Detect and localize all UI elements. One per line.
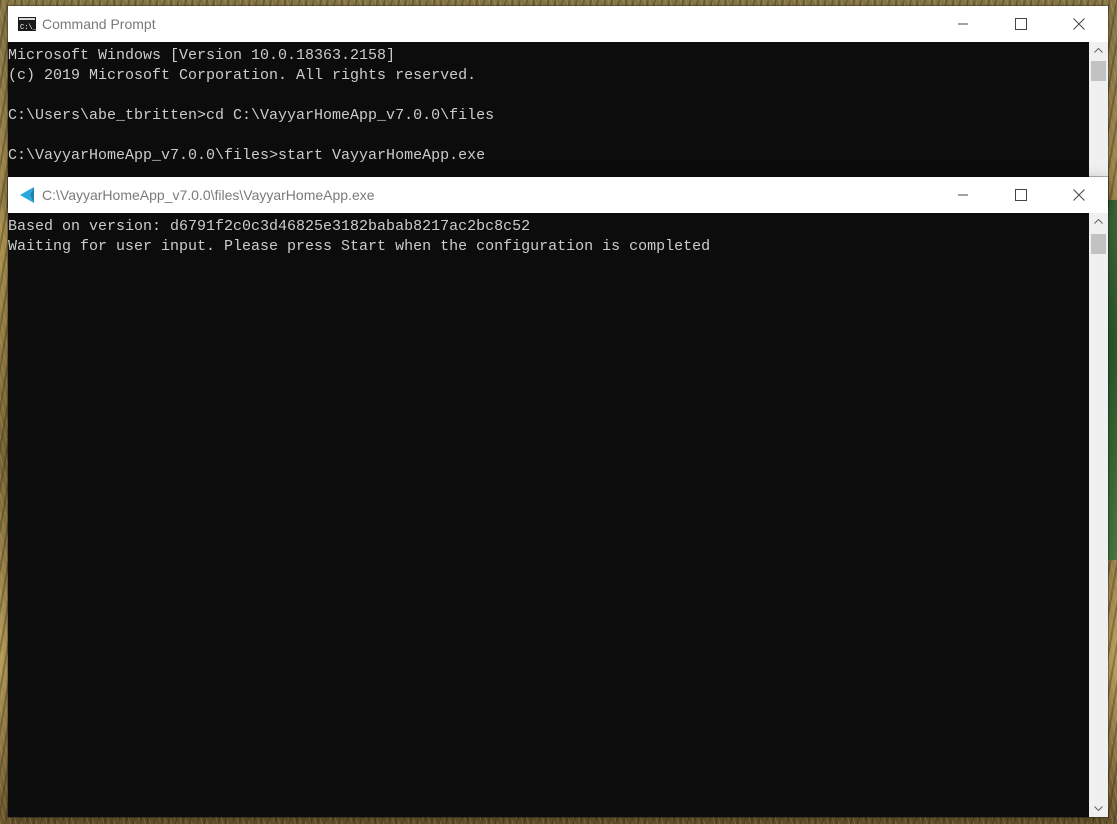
cmd-window-controls xyxy=(934,6,1108,42)
chevron-up-icon xyxy=(1094,219,1103,224)
cmd-titlebar[interactable]: C:\_ Command Prompt xyxy=(8,6,1108,42)
chevron-up-icon xyxy=(1094,48,1103,53)
console-line: Microsoft Windows [Version 10.0.18363.21… xyxy=(8,47,396,64)
cmd-minimize-button[interactable] xyxy=(934,6,992,42)
svg-text:C:\_: C:\_ xyxy=(20,24,36,31)
minimize-icon xyxy=(958,194,968,196)
app-titlebar[interactable]: C:\VayyarHomeApp_v7.0.0\files\VayyarHome… xyxy=(8,177,1108,213)
command-prompt-window[interactable]: C:\_ Command Prompt Microsoft Windows [V… xyxy=(8,6,1108,206)
chevron-down-icon xyxy=(1094,806,1103,811)
cmd-scroll-thumb[interactable] xyxy=(1091,61,1106,81)
app-maximize-button[interactable] xyxy=(992,177,1050,213)
scroll-up-button[interactable] xyxy=(1089,213,1108,230)
close-icon xyxy=(1073,18,1085,30)
vayyar-app-icon xyxy=(18,186,36,204)
console-line: Waiting for user input. Please press Sta… xyxy=(8,238,711,255)
app-close-button[interactable] xyxy=(1050,177,1108,213)
console-line: (c) 2019 Microsoft Corporation. All righ… xyxy=(8,67,477,84)
cmd-maximize-button[interactable] xyxy=(992,6,1050,42)
app-scrollbar[interactable] xyxy=(1089,213,1108,817)
command-prompt-icon: C:\_ xyxy=(18,15,36,33)
cmd-close-button[interactable] xyxy=(1050,6,1108,42)
app-window-controls xyxy=(934,177,1108,213)
vayyar-app-window[interactable]: C:\VayyarHomeApp_v7.0.0\files\VayyarHome… xyxy=(8,177,1108,817)
app-console-output[interactable]: Based on version: d6791f2c0c3d46825e3182… xyxy=(8,213,1108,817)
close-icon xyxy=(1073,189,1085,201)
maximize-icon xyxy=(1015,18,1027,30)
app-scroll-thumb[interactable] xyxy=(1091,234,1106,254)
app-minimize-button[interactable] xyxy=(934,177,992,213)
console-line: C:\Users\abe_tbritten>cd C:\VayyarHomeAp… xyxy=(8,107,495,124)
console-line: Based on version: d6791f2c0c3d46825e3182… xyxy=(8,218,531,235)
scroll-down-button[interactable] xyxy=(1089,800,1108,817)
app-window-title: C:\VayyarHomeApp_v7.0.0\files\VayyarHome… xyxy=(42,187,375,203)
scroll-up-button[interactable] xyxy=(1089,42,1108,59)
minimize-icon xyxy=(958,23,968,25)
maximize-icon xyxy=(1015,189,1027,201)
console-line: C:\VayyarHomeApp_v7.0.0\files>start Vayy… xyxy=(8,147,486,164)
cmd-window-title: Command Prompt xyxy=(42,16,156,32)
